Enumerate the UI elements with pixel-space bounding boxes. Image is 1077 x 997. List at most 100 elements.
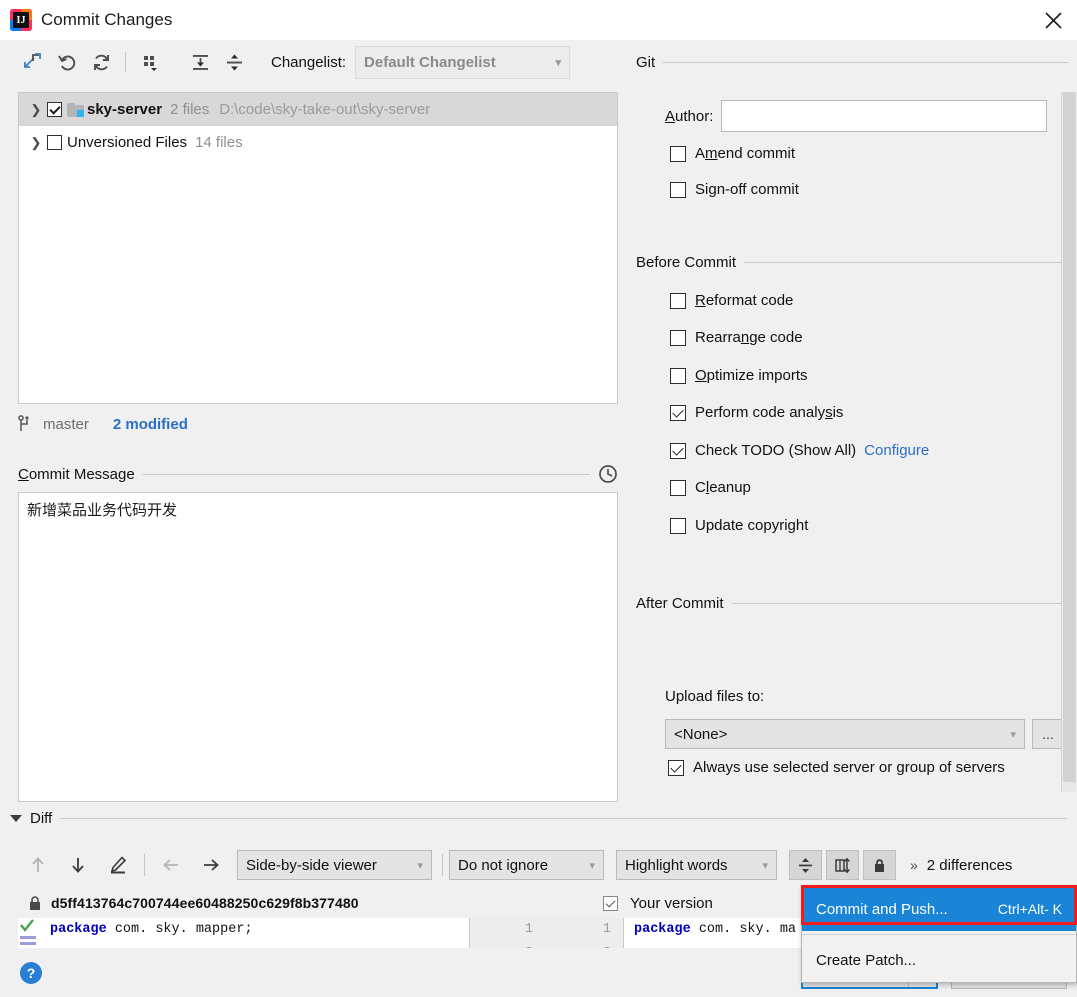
code-line: package com. sky. mapper; (50, 922, 253, 937)
toolbar-divider (442, 854, 443, 876)
checkbox-box[interactable] (670, 292, 686, 309)
close-icon[interactable] (1030, 0, 1077, 40)
collapse-triangle-icon[interactable] (10, 815, 22, 822)
checkbox-box[interactable] (670, 145, 686, 162)
menu-item-label: Commit and Push... (816, 900, 948, 918)
configure-todo-link[interactable]: Configure (864, 442, 929, 459)
clock-history-icon[interactable] (598, 464, 618, 484)
commit-options-context-menu[interactable]: Commit and Push... Ctrl+Alt- K Create Pa… (801, 886, 1077, 983)
toolbar-divider (144, 854, 145, 876)
group-by-icon[interactable] (133, 47, 167, 77)
always-use-server-label: Always use selected server or group of s… (693, 759, 1005, 776)
chevron-down-icon: ▾ (762, 859, 768, 872)
expand-all-icon[interactable] (183, 47, 217, 77)
upload-files-dropdown[interactable]: <None> ▾ (665, 719, 1025, 749)
cleanup-checkbox[interactable]: Cleanup (670, 479, 751, 496)
chevron-right-icon[interactable]: ❯ (25, 102, 47, 118)
menu-item-commit-and-push[interactable]: Commit and Push... Ctrl+Alt- K (802, 887, 1076, 931)
differences-count: 2 differences (926, 856, 1013, 874)
changelist-node-name: sky-server (87, 101, 163, 118)
signoff-commit-checkbox[interactable]: Sign-off commit (670, 181, 799, 198)
git-branch-icon (18, 415, 34, 433)
changelist-node-count: 2 files (170, 101, 210, 118)
row-checkbox[interactable] (47, 102, 62, 117)
your-version-label: Your version (630, 894, 713, 912)
cleanup-label: Cleanup (695, 479, 751, 496)
menu-item-create-patch[interactable]: Create Patch... (802, 938, 1076, 982)
check-todo-checkbox[interactable]: Check TODO (Show All) Configure (670, 442, 929, 459)
checkbox-box[interactable] (668, 759, 684, 776)
viewer-mode-value: Side-by-side viewer (246, 856, 377, 874)
menu-item-shortcut: Ctrl+Alt- K (997, 901, 1062, 917)
right-options-column: Git Author: Amend commit Sign-off commit… (628, 40, 1077, 762)
table-row[interactable]: ❯ Unversioned Files 14 files (19, 126, 617, 159)
perform-code-analysis-label: Perform code analysis (695, 404, 844, 421)
refresh-icon[interactable] (84, 47, 118, 77)
help-button[interactable]: ? (20, 962, 42, 984)
divider (731, 603, 1068, 604)
read-only-lock-icon[interactable] (863, 850, 896, 880)
your-version-checkbox[interactable] (603, 895, 618, 911)
chevrons-right-icon[interactable]: » (910, 857, 918, 873)
update-copyright-label: Update copyright (695, 517, 809, 534)
perform-code-analysis-checkbox[interactable]: Perform code analysis (670, 404, 843, 421)
git-section-header: Git (636, 54, 1068, 71)
menu-divider (802, 934, 1076, 935)
changed-files-tree[interactable]: ❯ sky-server 2 files D:\code\sky-take-ou… (18, 92, 618, 404)
highlight-mode-value: Highlight words (625, 856, 728, 874)
ignore-mode-dropdown[interactable]: Do not ignore ▾ (449, 850, 604, 880)
branch-name: master (43, 415, 89, 433)
chevron-down-icon: ▾ (589, 859, 595, 872)
author-field[interactable] (721, 100, 1048, 132)
diff-toolbar-tail: » 2 differences (910, 857, 1012, 874)
commit-message-input[interactable]: 新增菜品业务代码开发 (18, 492, 618, 802)
rollback-icon[interactable] (50, 47, 84, 77)
page-title: Commit Changes (41, 10, 173, 29)
next-difference-icon[interactable] (58, 849, 98, 881)
changelist-dropdown[interactable]: Default Changelist ▾ (355, 45, 571, 79)
table-row[interactable]: ❯ sky-server 2 files D:\code\sky-take-ou… (19, 93, 617, 126)
line-number: 1 (602, 922, 611, 937)
checkbox-box[interactable] (670, 442, 686, 459)
before-commit-header: Before Commit (636, 254, 1068, 271)
checkbox-box[interactable] (670, 329, 686, 346)
commit-message-label: Commit Message (18, 465, 135, 483)
checkbox-box[interactable] (670, 517, 686, 534)
checkbox-box[interactable] (670, 181, 686, 198)
chevron-down-icon: ▾ (1010, 728, 1016, 741)
rearrange-code-checkbox[interactable]: Rearrange code (670, 329, 803, 346)
previous-difference-icon[interactable] (18, 849, 58, 881)
scrollbar-thumb[interactable] (1063, 92, 1076, 782)
code-keyword: package (50, 922, 107, 937)
apply-right-icon[interactable] (191, 849, 231, 881)
always-use-server-checkbox[interactable]: Always use selected server or group of s… (668, 759, 1005, 776)
edit-source-icon[interactable] (98, 849, 138, 881)
update-copyright-checkbox[interactable]: Update copyright (670, 517, 808, 534)
optimize-imports-checkbox[interactable]: Optimize imports (670, 367, 808, 384)
checkbox-box[interactable] (670, 367, 686, 384)
collapse-to-changes-icon[interactable] (16, 47, 50, 77)
amend-commit-checkbox[interactable]: Amend commit (670, 145, 795, 162)
viewer-mode-dropdown[interactable]: Side-by-side viewer ▾ (237, 850, 432, 880)
collapse-all-icon[interactable] (217, 47, 251, 77)
align-changes-icon[interactable] (826, 850, 859, 880)
collapse-unchanged-icon[interactable] (789, 850, 822, 880)
modified-count[interactable]: 2 modified (113, 416, 188, 433)
options-scrollbar[interactable] (1061, 92, 1076, 792)
chevron-down-icon: ▾ (555, 56, 562, 69)
chevron-right-icon[interactable]: ❯ (25, 135, 47, 151)
divider (60, 818, 1067, 819)
browse-servers-button[interactable]: ... (1032, 719, 1064, 749)
intellij-idea-logo: IJ (10, 9, 32, 31)
git-section-title: Git (636, 54, 656, 71)
optimize-imports-label: Optimize imports (695, 367, 808, 384)
diff-right-header: Your version (603, 895, 713, 912)
checkbox-box[interactable] (670, 404, 686, 421)
highlight-mode-dropdown[interactable]: Highlight words ▾ (616, 850, 777, 880)
reformat-code-checkbox[interactable]: Reformat code (670, 292, 793, 309)
diff-section-label: Diff (30, 810, 53, 827)
row-checkbox[interactable] (47, 135, 62, 150)
line-number: 1 (524, 922, 533, 937)
checkbox-box[interactable] (670, 479, 686, 496)
apply-left-icon[interactable] (151, 849, 191, 881)
